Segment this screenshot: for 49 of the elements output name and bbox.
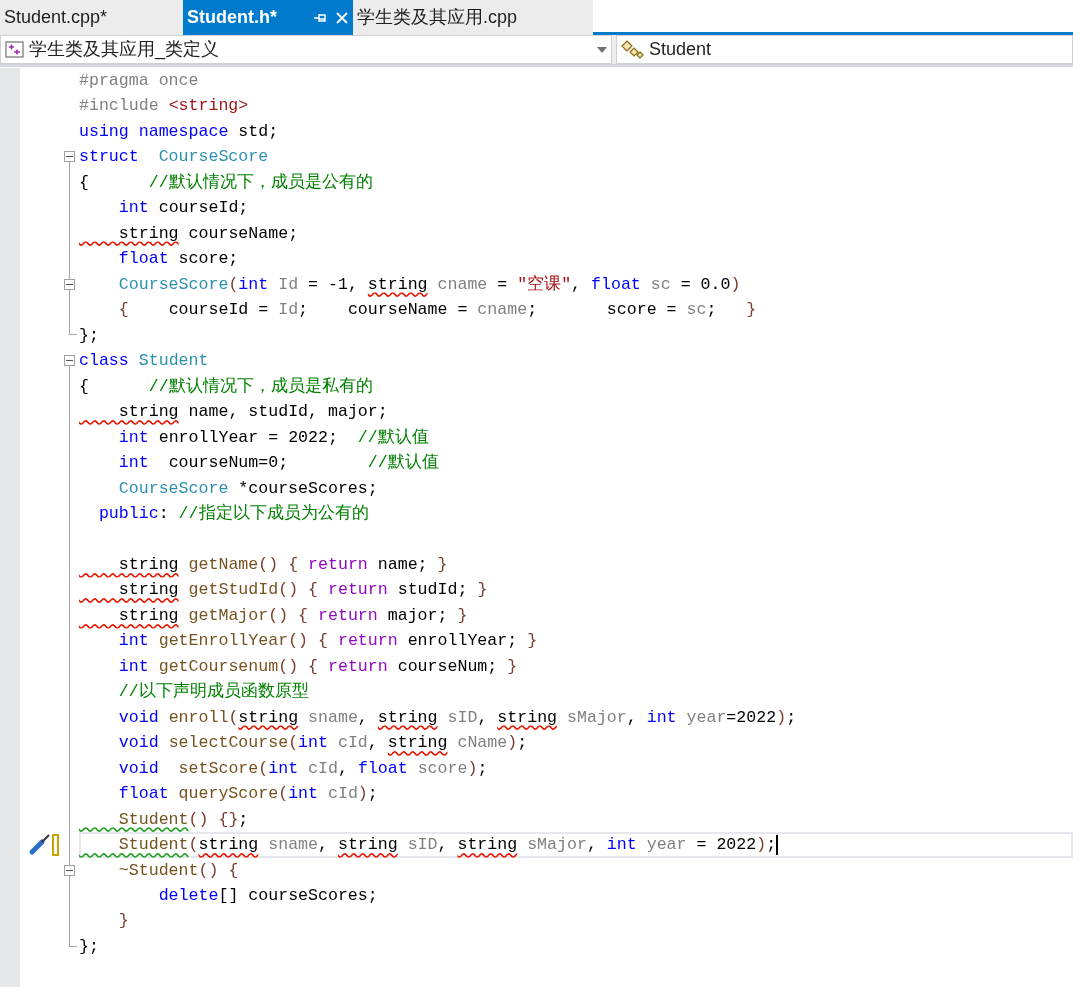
dropdown-caret-icon [597, 47, 607, 54]
code-line: public: //指定以下成员为公有的 [97, 502, 369, 525]
code-line: string getMajor() { return major; } [117, 604, 468, 627]
code-line: #pragma once [79, 70, 199, 92]
code-line: Student() {}; [117, 808, 249, 831]
code-line: Student(string sname, string sID, string sMajor, int year = 2022); [117, 834, 777, 857]
code-line: CourseScore *courseScores; [117, 477, 378, 500]
code-line: int getCoursenum() { return courseNum; } [117, 655, 518, 678]
code-line: #include <string> [79, 95, 249, 118]
file-tab[interactable]: Student.h* [183, 0, 353, 35]
code-line: string getStudId() { return studId; } [117, 579, 488, 602]
pin-icon[interactable] [313, 11, 327, 24]
code-line: int courseNum=0; //默认值 [117, 452, 439, 475]
code-line: }; [79, 324, 99, 347]
code-line: } [117, 910, 129, 933]
code-line: float score; [117, 248, 239, 271]
class-icon [621, 38, 645, 61]
code-line: { courseId = Id; courseName = cname; score = sc; } [117, 299, 757, 322]
code-line: using namespace std; [79, 120, 279, 143]
code-line: float queryScore(int cId); [117, 783, 378, 806]
code-line: void selectCourse(int cId, string cName); [117, 732, 528, 755]
screwdriver-icon[interactable] [28, 833, 52, 856]
code-line: string name, studId, major; [117, 401, 388, 424]
code-line: delete[] courseScores; [157, 885, 378, 907]
code-line: ~Student() { [117, 859, 239, 882]
code-line: { //默认情况下，成员是私有的 [79, 375, 373, 398]
collapse-toggle[interactable] [64, 278, 75, 290]
collapse-toggle[interactable] [64, 864, 75, 876]
code-line: string getName() { return name; } [117, 553, 448, 576]
code-line: }; [79, 935, 99, 958]
close-icon[interactable] [335, 10, 349, 25]
code-line: void setScore(int cId, float score); [117, 757, 488, 780]
code-line: int getEnrollYear() { return enrollYear; } [117, 630, 538, 653]
collapse-toggle[interactable] [64, 355, 75, 367]
code-line: int courseId; [117, 197, 249, 220]
code-line: class Student [79, 350, 209, 373]
code-line: CourseScore(int Id = -1, string cname = "空课", float sc = 0.0) [117, 273, 741, 296]
file-tab[interactable]: Student.cpp* [0, 0, 183, 35]
code-line: void enroll(string sname, string sID, string sMajor, int year=2022); [117, 706, 797, 729]
collapse-toggle[interactable] [64, 151, 75, 163]
code-line: string courseName; [117, 222, 299, 245]
project-dropdown[interactable]: 学生类及其应用_类定义 [0, 35, 612, 64]
code-line: { //默认情况下，成员是公有的 [79, 171, 373, 194]
file-tab[interactable]: 学生类及其应用.cpp [353, 0, 593, 35]
scope-dropdown[interactable]: Student [616, 35, 1073, 64]
project-icon [5, 40, 25, 59]
code-line: //以下声明成员函数原型 [117, 681, 309, 704]
code-line: struct CourseScore [79, 146, 269, 169]
code-line: int enrollYear = 2022; //默认值 [117, 426, 429, 449]
